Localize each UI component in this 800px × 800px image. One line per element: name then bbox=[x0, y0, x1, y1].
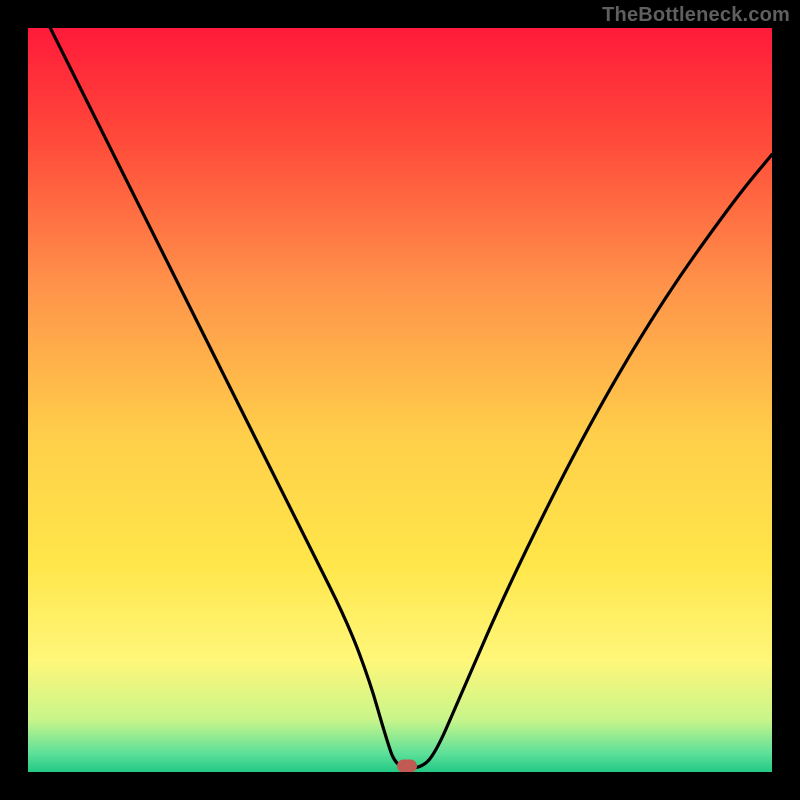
plot-area bbox=[28, 28, 772, 772]
chart-stage: TheBottleneck.com bbox=[0, 0, 800, 800]
curve-layer bbox=[28, 28, 772, 772]
bottleneck-curve bbox=[50, 28, 772, 768]
watermark-text: TheBottleneck.com bbox=[602, 4, 790, 27]
optimum-marker bbox=[397, 760, 417, 772]
